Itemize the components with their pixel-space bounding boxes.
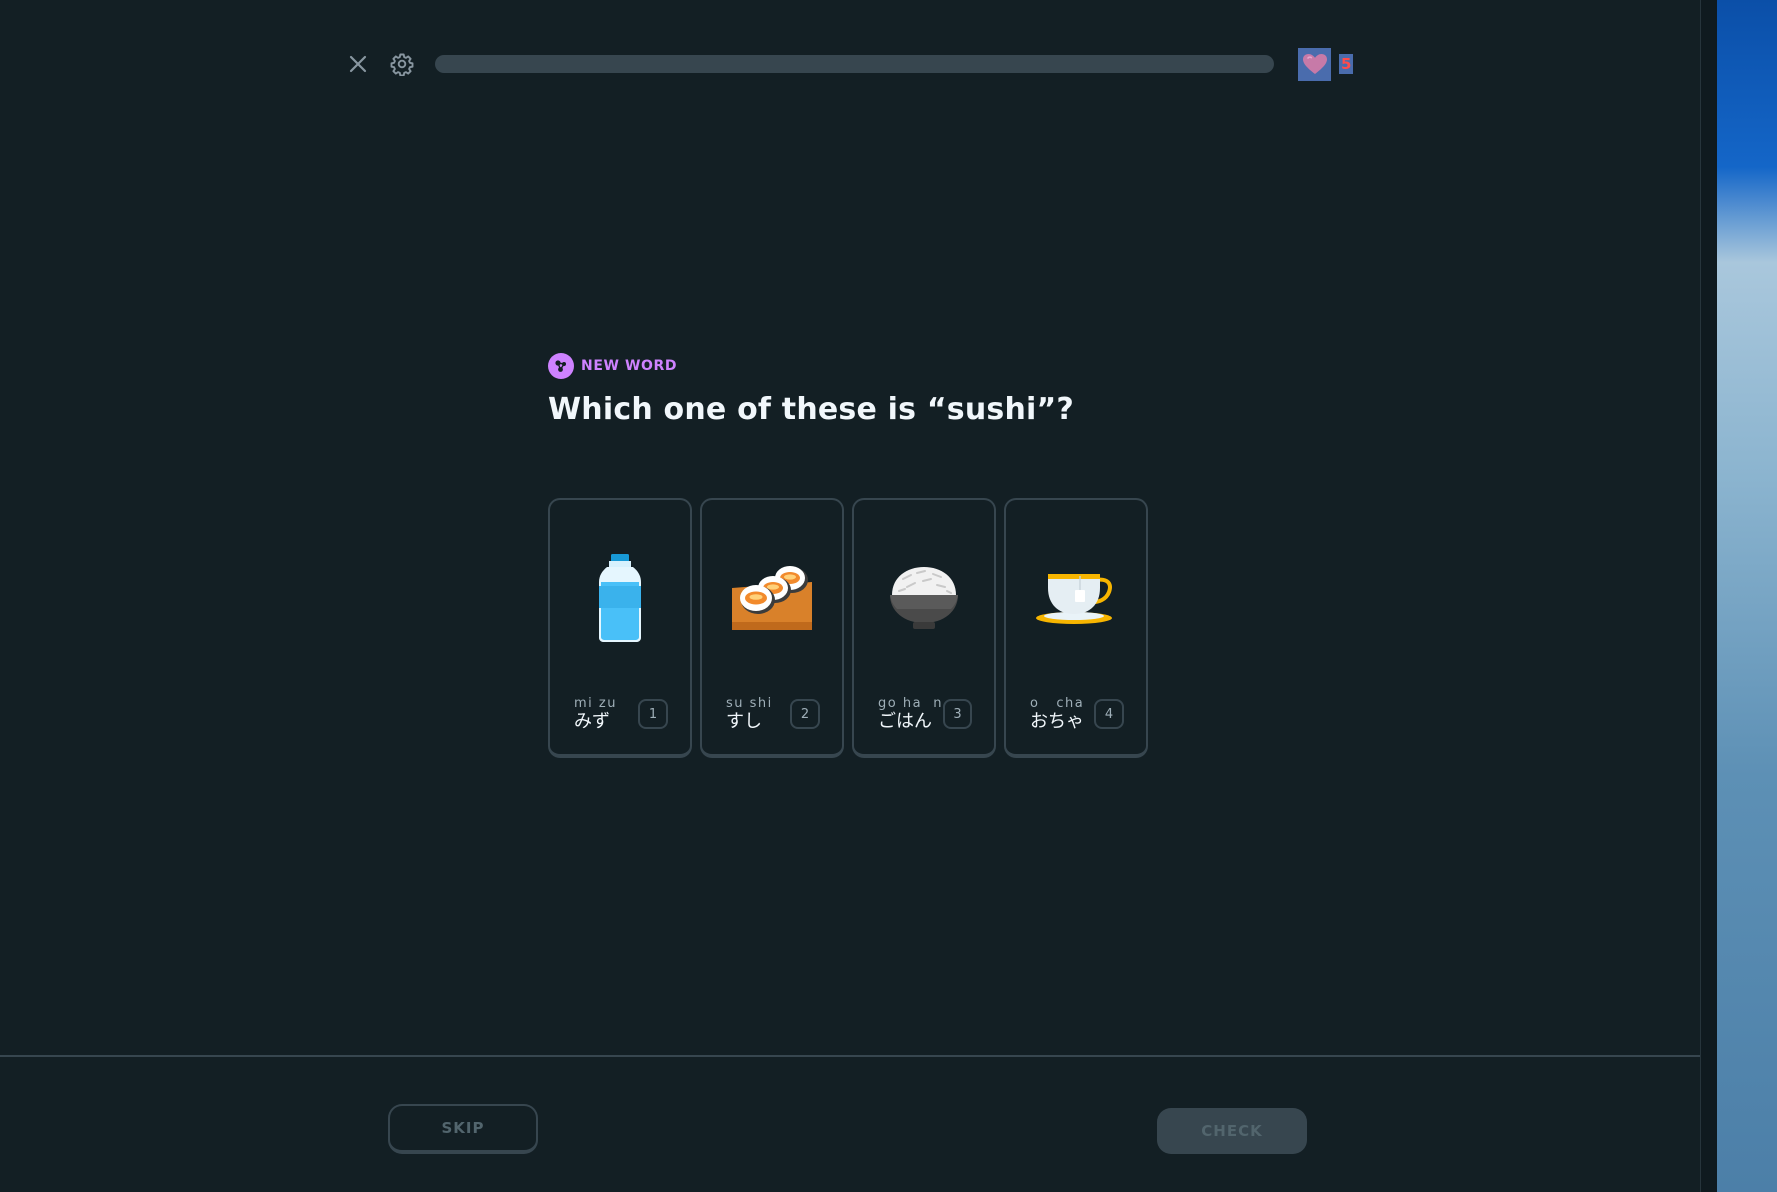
choice-shortcut-key: 1 — [638, 699, 668, 729]
choice-card-gohan[interactable]: go ha n ごはん 3 — [852, 498, 996, 758]
choice-romaji: mi zu — [574, 695, 617, 711]
choice-romaji: su shi — [726, 695, 773, 711]
choice-kana: みず — [574, 710, 610, 732]
close-button[interactable] — [344, 50, 372, 78]
skip-button[interactable]: SKIP — [388, 1104, 538, 1154]
rice-bowl-image — [854, 550, 994, 645]
choice-card-mizu[interactable]: mi zu みず 1 — [548, 498, 692, 758]
lesson-window: 5 NEW WORD Which one of these is “sushi”… — [0, 0, 1700, 1192]
choice-kana: すし — [726, 710, 762, 732]
choice-shortcut-key: 4 — [1094, 699, 1124, 729]
choice-card-sushi[interactable]: su shi すし 2 — [700, 498, 844, 758]
check-button[interactable]: CHECK — [1157, 1108, 1307, 1154]
choice-card-ocha[interactable]: o cha おちゃ 4 — [1004, 498, 1148, 758]
choice-shortcut-key: 2 — [790, 699, 820, 729]
choice-kana: おちゃ — [1030, 710, 1084, 732]
desktop-background — [1717, 0, 1777, 1192]
hearts-counter[interactable]: 5 — [1298, 47, 1354, 81]
challenge-header: NEW WORD Which one of these is “sushi”? — [548, 352, 1168, 427]
lesson-footer: SKIP CHECK — [0, 1055, 1700, 1192]
challenge-prompt: Which one of these is “sushi”? — [548, 392, 1075, 427]
badge-label: NEW WORD — [581, 358, 678, 374]
settings-button[interactable] — [388, 50, 416, 78]
choice-romaji: go ha n — [878, 695, 944, 711]
close-icon — [349, 55, 367, 73]
heart-icon — [1298, 47, 1331, 81]
sushi-image — [702, 550, 842, 645]
new-word-icon — [548, 353, 574, 379]
choice-romaji: o cha — [1030, 695, 1085, 711]
choice-kana: ごはん — [878, 710, 932, 732]
water-bottle-image — [550, 550, 690, 645]
gear-icon — [390, 53, 414, 76]
choice-list: mi zu みず 1 su shi すし 2 go ha n ごはん 3 o c… — [548, 498, 1148, 758]
hearts-count: 5 — [1339, 54, 1354, 74]
new-word-badge: NEW WORD — [548, 352, 1168, 380]
lesson-progress-bar — [435, 55, 1274, 73]
lesson-header: 5 — [340, 44, 1360, 84]
window-border — [1700, 0, 1717, 1192]
tea-cup-image — [1006, 550, 1146, 645]
choice-shortcut-key: 3 — [943, 699, 972, 729]
